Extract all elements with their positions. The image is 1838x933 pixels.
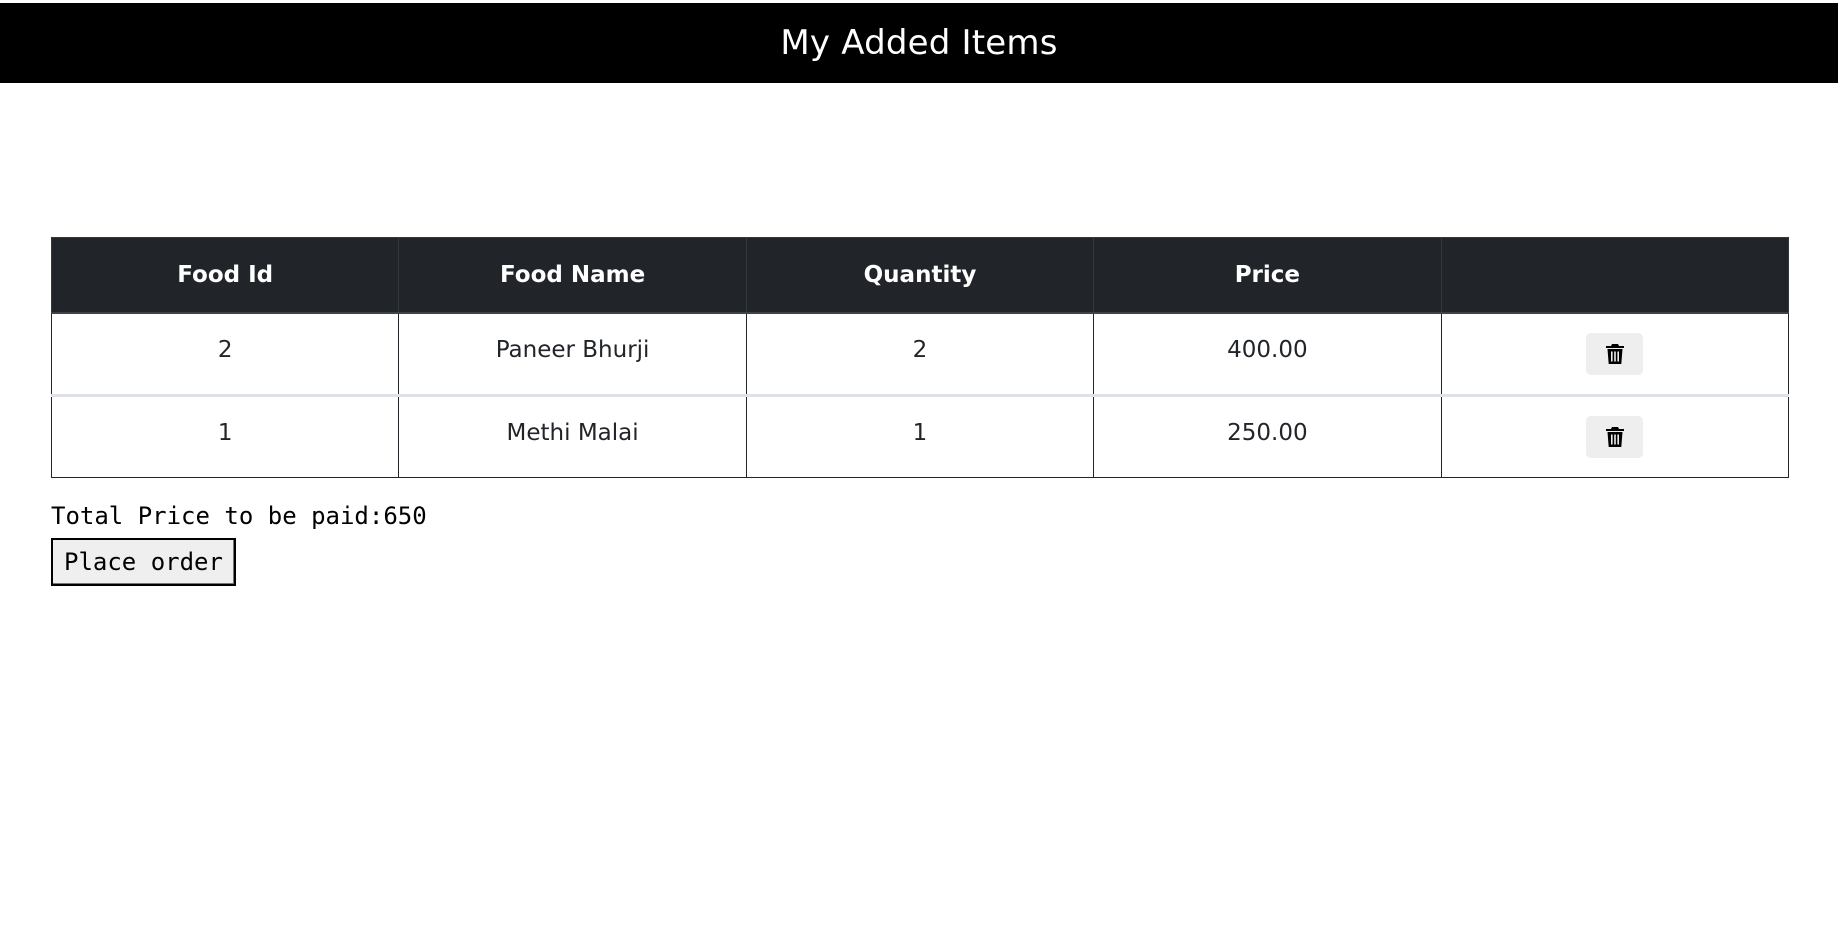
column-header-quantity: Quantity [745, 237, 1095, 314]
food-name-value: Methi Malai [506, 420, 639, 446]
food-id-cell: 1 [50, 395, 400, 478]
food-name-cell: Paneer Bhurji [398, 313, 747, 397]
table-row: 1 Methi Malai 1 250.00 [50, 395, 1790, 478]
price-value: 250.00 [1227, 420, 1308, 446]
price-value: 400.00 [1227, 337, 1308, 363]
action-cell [1440, 313, 1790, 397]
trash-icon [1605, 344, 1624, 364]
delete-item-button[interactable] [1586, 416, 1644, 458]
quantity-cell: 2 [745, 313, 1095, 397]
column-header-food-id: Food Id [50, 237, 400, 314]
quantity-cell: 1 [745, 395, 1095, 478]
action-cell [1440, 395, 1790, 478]
place-order-button[interactable]: Place order [51, 538, 236, 586]
delete-item-button[interactable] [1586, 333, 1644, 375]
food-id-cell: 2 [50, 313, 400, 397]
page-title: My Added Items [780, 23, 1058, 63]
page-header: My Added Items [0, 3, 1838, 83]
trash-icon [1605, 427, 1624, 447]
table-header-row: Food Id Food Name Quantity Price [50, 237, 1790, 314]
food-name-cell: Methi Malai [398, 395, 747, 478]
column-header-food-name: Food Name [398, 237, 747, 314]
table-row: 2 Paneer Bhurji 2 400.00 [50, 313, 1790, 397]
quantity-value: 2 [912, 337, 928, 363]
column-header-actions [1440, 237, 1790, 314]
food-name-value: Paneer Bhurji [495, 337, 650, 363]
quantity-value: 1 [912, 420, 928, 446]
total-price-text: Total Price to be paid:650 [51, 502, 427, 530]
price-cell: 250.00 [1093, 395, 1442, 478]
food-id-value: 2 [217, 337, 233, 363]
price-cell: 400.00 [1093, 313, 1442, 397]
column-header-price: Price [1093, 237, 1442, 314]
food-id-value: 1 [217, 420, 233, 446]
cart-table: Food Id Food Name Quantity Price 2 Panee… [50, 237, 1790, 478]
